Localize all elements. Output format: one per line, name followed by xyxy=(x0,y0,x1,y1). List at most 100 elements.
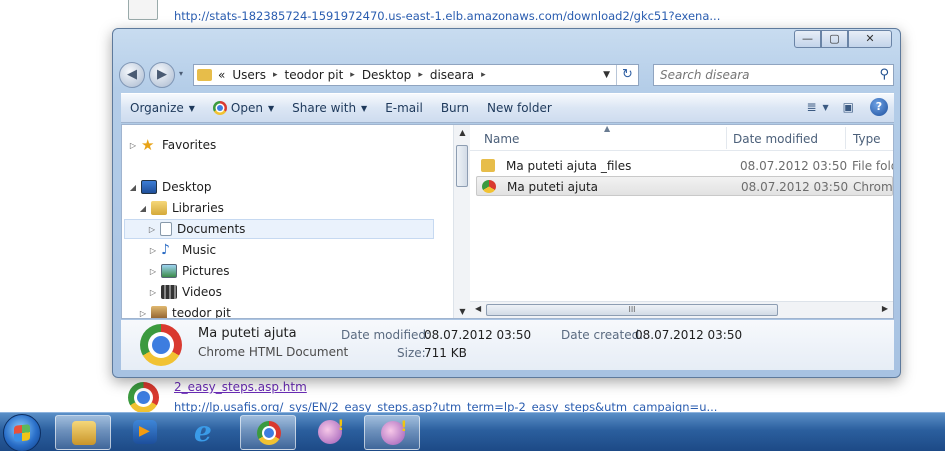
breadcrumb-users[interactable]: Users xyxy=(232,68,266,82)
tree-item-desktop[interactable]: ◢ Desktop xyxy=(128,177,212,197)
bg-download-title[interactable]: 2_easy_steps.asp.htm xyxy=(174,380,307,394)
chevron-right-icon[interactable]: ▸ xyxy=(418,70,423,80)
back-button[interactable]: ◀ xyxy=(119,62,145,88)
details-file-type: Chrome HTML Document xyxy=(198,345,349,359)
help-icon[interactable]: ? xyxy=(870,98,888,116)
pictures-icon xyxy=(161,264,177,278)
scroll-up-icon[interactable]: ▲ xyxy=(454,128,471,137)
details-created-value: 08.07.2012 03:50 xyxy=(635,328,743,342)
share-with-button[interactable]: Share with ▼ xyxy=(283,101,376,115)
expand-icon[interactable]: ▷ xyxy=(128,141,138,150)
open-label: Open xyxy=(230,101,263,115)
address-bar[interactable]: « Users ▸ teodor pit ▸ Desktop ▸ diseara… xyxy=(193,64,639,86)
chevron-down-icon: ▼ xyxy=(188,103,195,113)
breadcrumb-teodor-pit[interactable]: teodor pit xyxy=(284,68,343,82)
bg-download-url[interactable]: http://stats-182385724-1591972470.us-eas… xyxy=(174,9,720,23)
organize-button[interactable]: Organize ▼ xyxy=(121,101,204,115)
breadcrumb-diseara[interactable]: diseara xyxy=(430,68,474,82)
breadcrumb-overflow[interactable]: « xyxy=(218,68,225,82)
tree-item-documents[interactable]: ▷ Documents xyxy=(124,219,434,239)
chevron-right-icon[interactable]: ▸ xyxy=(273,70,278,80)
taskbar-yahoo-messenger-2[interactable] xyxy=(364,415,420,450)
new-folder-label: New folder xyxy=(487,101,552,115)
taskbar-yahoo-messenger[interactable] xyxy=(302,415,358,450)
taskbar-explorer[interactable] xyxy=(55,415,111,450)
tree-label: Favorites xyxy=(162,138,217,152)
organize-label: Organize xyxy=(130,101,184,115)
address-dropdown[interactable]: ▼ xyxy=(603,70,610,80)
taskbar-chrome[interactable] xyxy=(240,415,296,450)
new-folder-button[interactable]: New folder xyxy=(478,101,561,115)
details-pane: Ma puteti ajuta Chrome HTML Document Dat… xyxy=(121,320,894,370)
file-list: ▲ Name Date modified Type Ma puteti ajut… xyxy=(470,125,893,318)
burn-button[interactable]: Burn xyxy=(432,101,478,115)
search-icon[interactable]: ⚲ xyxy=(879,67,889,82)
search-input[interactable] xyxy=(654,65,864,85)
chevron-down-icon: ▼ xyxy=(361,103,368,113)
view-options-icon[interactable]: ≣ xyxy=(806,100,816,114)
recent-pages-dropdown[interactable]: ▾ xyxy=(179,69,183,78)
file-type: File folder xyxy=(852,159,893,173)
share-with-label: Share with xyxy=(292,101,357,115)
breadcrumb-desktop[interactable]: Desktop xyxy=(362,68,412,82)
internet-explorer-icon: e xyxy=(194,415,212,448)
navigation-pane: ▷ ★ Favorites ◢ Desktop ◢ Libraries ▷ Do… xyxy=(122,125,453,318)
media-player-icon xyxy=(133,420,157,444)
file-row[interactable]: Ma puteti ajuta _files 08.07.2012 03:50 … xyxy=(476,156,893,176)
navigation-scrollbar[interactable]: ▲ ▼ xyxy=(453,125,470,318)
expand-icon[interactable]: ▷ xyxy=(148,246,158,255)
navigation-bar: ◀ ▶ ▾ « Users ▸ teodor pit ▸ Desktop ▸ d… xyxy=(119,61,894,89)
tree-item-music[interactable]: ▷ ♪ Music xyxy=(148,240,216,260)
minimize-button[interactable]: — xyxy=(794,30,821,48)
collapse-icon[interactable]: ◢ xyxy=(138,204,148,213)
command-bar: Organize ▼ Open ▼ Share with ▼ E-mail Burn … xyxy=(121,93,894,123)
taskbar-media-player[interactable] xyxy=(117,415,173,450)
expand-icon[interactable]: ▷ xyxy=(138,309,148,318)
column-name[interactable]: Name xyxy=(484,132,519,146)
details-size-value: 711 KB xyxy=(424,346,467,360)
tree-item-libraries[interactable]: ◢ Libraries xyxy=(138,198,224,218)
chevron-right-icon[interactable]: ▸ xyxy=(481,70,486,80)
tree-item-user[interactable]: ▷ teodor pit xyxy=(138,303,231,318)
expand-icon[interactable]: ▷ xyxy=(148,288,158,297)
refresh-button[interactable]: ↻ xyxy=(616,65,638,85)
scroll-left-icon[interactable]: ◀ xyxy=(475,304,481,313)
chrome-icon xyxy=(482,180,496,193)
chevron-down-icon[interactable]: ▼ xyxy=(823,103,829,112)
forward-button[interactable]: ▶ xyxy=(149,62,175,88)
collapse-icon[interactable]: ◢ xyxy=(128,183,138,192)
column-date-modified[interactable]: Date modified xyxy=(733,132,818,146)
tree-item-pictures[interactable]: ▷ Pictures xyxy=(148,261,230,281)
expand-icon[interactable]: ▷ xyxy=(147,225,157,234)
email-button[interactable]: E-mail xyxy=(376,101,432,115)
start-button[interactable] xyxy=(3,414,41,451)
file-list-hscrollbar[interactable]: ◀ III ▶ xyxy=(470,301,893,318)
preview-pane-icon[interactable]: ▣ xyxy=(843,100,854,114)
folder-icon xyxy=(481,159,495,172)
yahoo-messenger-icon xyxy=(381,419,407,445)
chevron-right-icon[interactable]: ▸ xyxy=(350,70,355,80)
tree-item-favorites[interactable]: ▷ ★ Favorites xyxy=(128,135,216,155)
column-type[interactable]: Type xyxy=(853,132,881,146)
view-controls: ≣ ▼ ▣ ? xyxy=(792,98,888,116)
search-box[interactable]: ⚲ xyxy=(653,64,894,86)
column-divider[interactable] xyxy=(726,127,727,149)
tree-item-videos[interactable]: ▷ Videos xyxy=(148,282,222,302)
tree-label: Desktop xyxy=(162,180,212,194)
videos-icon xyxy=(161,285,177,299)
scroll-thumb[interactable]: III xyxy=(486,304,778,316)
open-button[interactable]: Open ▼ xyxy=(204,101,283,115)
scroll-down-icon[interactable]: ▼ xyxy=(454,307,471,316)
close-button[interactable]: ✕ xyxy=(848,30,892,48)
file-name: Ma puteti ajuta _files xyxy=(506,159,632,173)
chrome-icon xyxy=(257,421,281,445)
scroll-thumb[interactable] xyxy=(456,145,468,187)
scroll-right-icon[interactable]: ▶ xyxy=(882,304,888,313)
file-row-selected[interactable]: Ma puteti ajuta 08.07.2012 03:50 Chrome … xyxy=(476,176,893,196)
folder-icon xyxy=(197,69,212,81)
taskbar-internet-explorer[interactable]: e xyxy=(178,415,234,450)
tree-label: Pictures xyxy=(182,264,230,278)
expand-icon[interactable]: ▷ xyxy=(148,267,158,276)
column-divider[interactable] xyxy=(845,127,846,149)
maximize-button[interactable]: ▢ xyxy=(821,30,848,48)
